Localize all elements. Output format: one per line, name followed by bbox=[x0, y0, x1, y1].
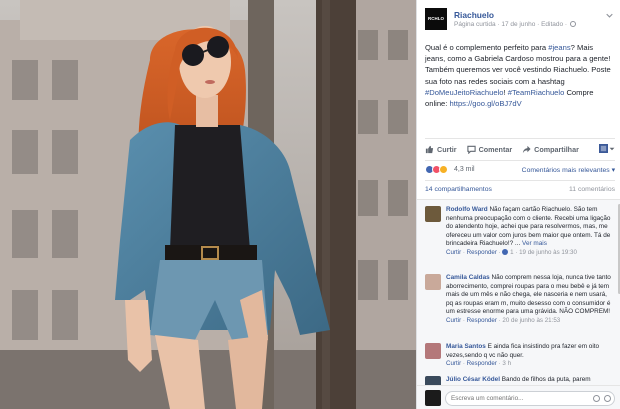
comment-reply-link[interactable]: Responder bbox=[467, 249, 497, 256]
reply-icons bbox=[593, 395, 611, 402]
comment-author[interactable]: Camila Caldas bbox=[446, 274, 490, 281]
comment-author[interactable]: Maria Santos bbox=[446, 343, 486, 350]
comment-author[interactable]: Rodolfo Ward bbox=[446, 206, 488, 213]
comment-actions: Curtir · Responder · 3 h bbox=[446, 360, 512, 368]
comment-sort-dropdown[interactable]: Comentários mais relevantes ▾ bbox=[522, 166, 615, 174]
stats-row: 14 compartilhamentos 11 comentários bbox=[425, 186, 615, 196]
reactions-row: 4,3 mil Comentários mais relevantes ▾ bbox=[425, 164, 615, 176]
comment-like-link[interactable]: Curtir bbox=[446, 360, 461, 367]
shop-link[interactable]: https://goo.gl/oBJ7dV bbox=[450, 99, 522, 108]
comment-like-link[interactable]: Curtir bbox=[446, 249, 461, 256]
wow-reaction-icon bbox=[439, 165, 448, 174]
post-header: RCHLO Riachuelo Página curtida · 17 de j… bbox=[425, 8, 615, 36]
post-text-segment: Qual é o complemento perfeito para bbox=[425, 43, 549, 52]
chevron-down-icon[interactable] bbox=[606, 12, 613, 19]
globe-icon bbox=[569, 21, 576, 27]
share-icon bbox=[523, 145, 531, 153]
comment-button[interactable]: Comentar bbox=[466, 144, 513, 154]
comment-body: Júlio César Ködel Bando de filhos da put… bbox=[446, 376, 614, 385]
comment-time[interactable]: 3 h bbox=[502, 360, 511, 367]
share-label: Compartilhar bbox=[534, 144, 579, 154]
page-logo[interactable]: RCHLO bbox=[425, 8, 447, 30]
comment-author[interactable]: Júlio César Ködel bbox=[446, 376, 500, 383]
audience-selector[interactable] bbox=[599, 144, 615, 153]
hashtag-link[interactable]: #jeans bbox=[548, 43, 570, 52]
comment-body: Camila Caldas Não comprem nessa loja, nu… bbox=[446, 274, 614, 326]
avatar[interactable] bbox=[425, 274, 441, 290]
comment-time[interactable]: 20 de junho às 21:53 bbox=[502, 317, 560, 324]
like-label: Curtir bbox=[437, 144, 457, 154]
post-meta: Página curtida · 17 de junho · Editado · bbox=[454, 21, 576, 28]
comment-actions: Curtir · Responder · 20 de junho às 21:5… bbox=[446, 316, 561, 324]
divider bbox=[425, 180, 615, 181]
shares-count-link[interactable]: 14 compartilhamentos bbox=[425, 186, 492, 193]
post-panel: RCHLO Riachuelo Página curtida · 17 de j… bbox=[416, 0, 620, 409]
comment-like-link[interactable]: Curtir bbox=[446, 317, 461, 324]
avatar[interactable] bbox=[425, 206, 441, 222]
avatar[interactable] bbox=[425, 376, 441, 385]
post-text: Qual é o complemento perfeito para #jean… bbox=[425, 42, 615, 109]
caret-down-icon bbox=[609, 147, 615, 150]
comments-list: Rodolfo Ward Não façam cartão Riachuelo.… bbox=[417, 199, 620, 385]
avatar[interactable] bbox=[425, 343, 441, 359]
avatar bbox=[425, 390, 441, 406]
comment-like-count: 1 bbox=[510, 248, 514, 256]
post-meta-text: Página curtida · 17 de junho · Editado · bbox=[454, 21, 568, 28]
page-name-link[interactable]: Riachuelo bbox=[454, 10, 494, 20]
comment-label: Comentar bbox=[478, 144, 513, 154]
reaction-count[interactable]: 4,3 mil bbox=[454, 166, 475, 173]
hashtag-link[interactable]: #DoMeuJeitoRiachuelo bbox=[425, 88, 504, 97]
action-bar: Curtir Comentar Compartilhar bbox=[425, 142, 615, 156]
comment-reply-link[interactable]: Responder bbox=[467, 360, 497, 367]
share-button[interactable]: Compartilhar bbox=[522, 145, 579, 154]
comment-body: Rodolfo Ward Não façam cartão Riachuelo.… bbox=[446, 206, 614, 258]
camera-icon[interactable] bbox=[593, 395, 600, 402]
comment-body: Maria Santos E ainda fica insistindo pra… bbox=[446, 343, 614, 369]
comment-text: Bando de filhos da puta, parem bbox=[501, 376, 591, 383]
post-photo[interactable] bbox=[0, 0, 416, 409]
see-more-link[interactable]: Ver mais bbox=[522, 240, 547, 247]
comment-icon bbox=[466, 145, 476, 154]
comment-time[interactable]: 19 de junho às 19:30 bbox=[519, 249, 577, 256]
emoji-icon[interactable] bbox=[604, 395, 611, 402]
like-count-icon bbox=[502, 248, 509, 255]
photo-illustration bbox=[0, 0, 416, 409]
thumbs-up-icon bbox=[425, 145, 434, 153]
divider bbox=[425, 138, 615, 139]
hashtag-link[interactable]: #TeamRiachuelo bbox=[508, 88, 565, 97]
reaction-icons[interactable] bbox=[425, 165, 448, 174]
comments-count[interactable]: 11 comentários bbox=[569, 186, 615, 193]
divider bbox=[425, 160, 615, 161]
reply-box bbox=[417, 385, 620, 409]
comment-actions: Curtir · Responder · 1 · 19 de junho às … bbox=[446, 248, 577, 256]
page-avatar-icon bbox=[599, 144, 608, 153]
like-button[interactable]: Curtir bbox=[425, 145, 457, 154]
comment-reply-link[interactable]: Responder bbox=[467, 317, 497, 324]
comment-input[interactable] bbox=[445, 391, 615, 406]
